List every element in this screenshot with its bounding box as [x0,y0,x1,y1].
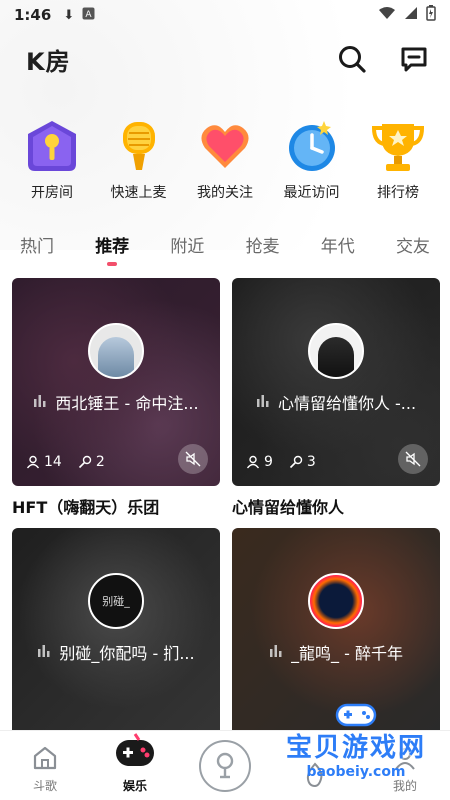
person-icon [246,455,260,469]
room-card[interactable]: 心情留给懂你人 -... 9 3 心情留给懂你人 [232,278,440,518]
audio-bars-icon [37,643,51,662]
tab-era[interactable]: 年代 [321,232,355,272]
person-icon [26,455,40,469]
quick-action-label: 我的关注 [197,185,253,201]
now-playing: 心情留给懂你人 -... [232,390,440,414]
singer-count-value: 3 [306,454,316,470]
speaker-muted-icon [405,451,421,467]
status-time: 1:46 [14,6,52,24]
room-card[interactable]: 西北锤王 - 命中注... 14 2 HFT（嗨翻天）乐团 [12,278,220,518]
nav-label: 斗歌 [32,779,57,793]
app-header: K房 [0,30,450,88]
mic-small-icon [78,455,92,469]
quick-action-label: 排行榜 [377,185,419,201]
room-name: 心情留给懂你人 [232,498,345,517]
listener-count: 14 [26,454,62,470]
watermark-url: baobeiy.com [306,764,406,780]
audio-bars-icon [269,643,283,662]
now-playing: 西北锤王 - 命中注... [12,390,220,414]
house-mic-icon [24,118,80,174]
speaker-muted-icon [185,451,201,467]
tab-recommended[interactable]: 推荐 [95,232,129,272]
microphone-icon [111,118,167,174]
quick-action-label: 最近访问 [283,185,340,201]
audio-bars-icon [33,393,47,412]
quick-action-label: 开房间 [31,185,73,201]
tab-grab-mic[interactable]: 抢麦 [246,232,280,272]
mic-center-icon [199,740,251,792]
room-cover[interactable]: 西北锤王 - 命中注... 14 2 [12,278,220,486]
nav-sing[interactable] [190,740,260,794]
quick-action-recent[interactable]: 最近访问 [272,118,352,202]
tab-social[interactable]: 交友 [396,232,430,272]
tab-hot[interactable]: 热门 [20,232,54,272]
avatar [308,323,364,379]
download-icon: ⬇ [63,7,75,23]
app-notification-icon: A [82,7,95,24]
nav-duge[interactable]: 斗歌 [10,744,80,794]
room-stats: 14 2 [26,454,105,470]
message-icon [401,47,427,72]
wifi-icon [378,6,396,24]
now-playing: 别碰_你配吗 - 扪... [12,640,220,664]
mute-button[interactable] [178,444,208,474]
room-cover[interactable]: 别碰_ 别碰_你配吗 - 扪... [12,528,220,736]
trophy-icon [370,118,426,174]
quick-actions: 开房间 快速上麦 我的关注 最近访问 排行榜 [0,118,450,202]
singer-count: 3 [289,454,316,470]
nav-label: 娱乐 [122,779,147,793]
category-tabs: 热门 推荐 附近 抢麦 年代 交友 [0,232,450,272]
status-bar: 1:46 ⬇ A [0,0,450,30]
song-title: _龍鸣_ - 醉千年 [291,644,403,663]
listener-count-value: 14 [44,454,62,470]
room-stats: 9 3 [246,454,316,470]
now-playing: _龍鸣_ - 醉千年 [232,640,440,664]
page-title: K房 [26,47,71,76]
tab-nearby[interactable]: 附近 [170,232,204,272]
listener-count-value: 9 [264,454,273,470]
quick-action-ranking[interactable]: 排行榜 [358,118,438,202]
avatar-text: 别碰_ [102,595,130,608]
avatar: 别碰_ [88,573,144,629]
listener-count: 9 [246,454,273,470]
room-name: HFT（嗨翻天）乐团 [12,498,160,517]
singer-count: 2 [78,454,105,470]
clock-icon [284,118,340,174]
room-card[interactable]: 别碰_ 别碰_你配吗 - 扪... [12,528,220,736]
quick-action-label: 快速上麦 [110,185,167,201]
gamepad-icon [116,733,154,766]
search-button[interactable] [336,43,368,75]
quick-action-following[interactable]: 我的关注 [185,118,265,202]
song-title: 西北锤王 - 命中注... [55,394,199,413]
home-icon [33,746,57,770]
message-button[interactable] [398,43,430,75]
song-title: 心情留给懂你人 -... [277,394,417,413]
avatar [88,323,144,379]
svg-text:A: A [86,10,93,20]
mic-small-icon [289,455,303,469]
quick-action-quick-mic[interactable]: 快速上麦 [99,118,179,202]
singer-count-value: 2 [95,454,105,470]
watermark-text: 宝贝游戏网 [285,733,426,763]
mute-button[interactable] [398,444,428,474]
audio-bars-icon [256,393,270,412]
avatar [308,573,364,629]
song-title: 别碰_你配吗 - 扪... [59,644,195,663]
signal-icon [404,6,418,24]
search-icon [339,46,366,73]
heart-icon [197,118,253,174]
quick-action-open-room[interactable]: 开房间 [12,118,92,202]
room-grid: 西北锤王 - 命中注... 14 2 HFT（嗨翻天）乐团 心情留给懂你人 -.… [0,278,450,736]
watermark-gamepad-icon [335,703,377,727]
nav-entertainment[interactable]: 娱乐 [100,732,170,794]
room-cover[interactable]: 心情留给懂你人 -... 9 3 [232,278,440,486]
watermark: 宝贝游戏网 baobeiy.com [286,701,426,780]
battery-icon [426,5,436,25]
